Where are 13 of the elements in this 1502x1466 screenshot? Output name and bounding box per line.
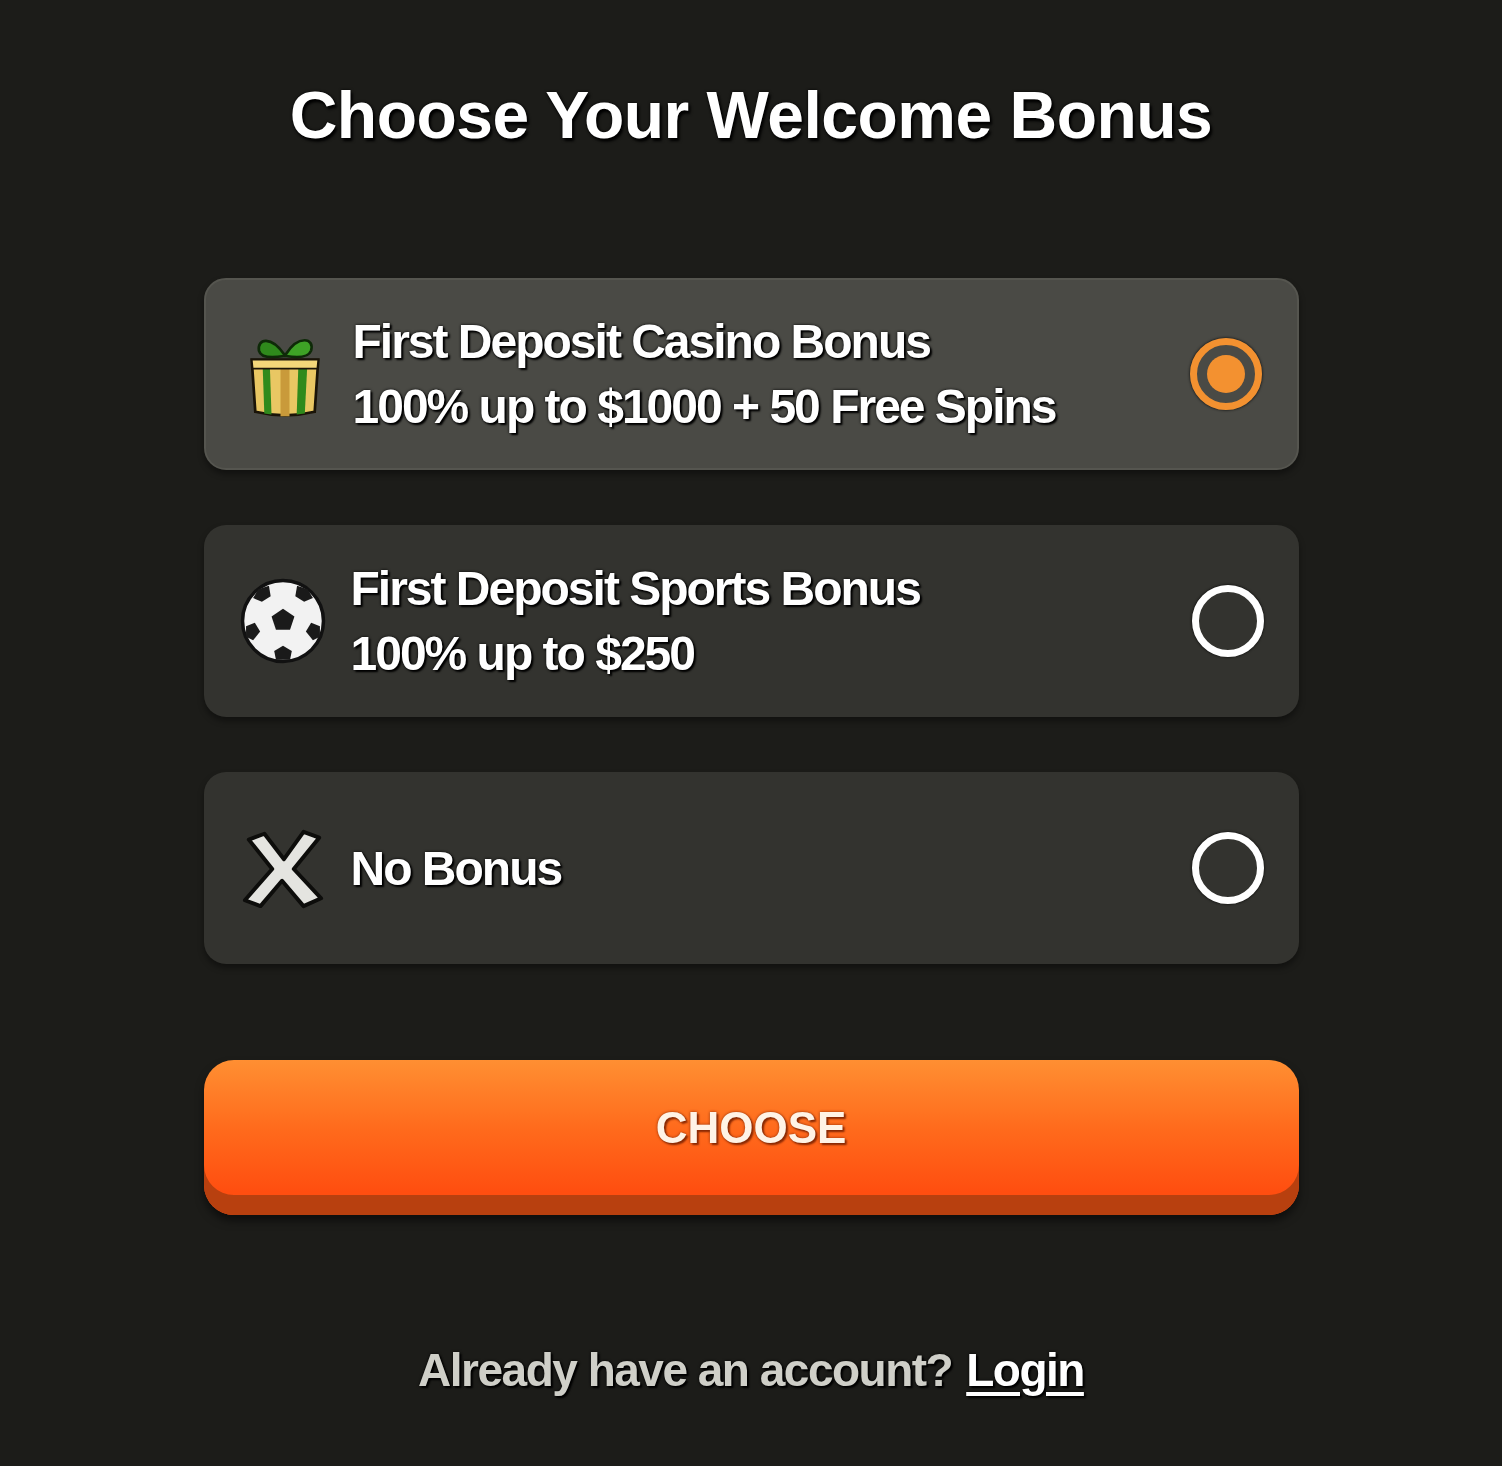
soccer-ball-icon <box>238 576 327 666</box>
option-title: No Bonus <box>350 840 562 897</box>
login-link[interactable]: Login <box>966 1344 1084 1396</box>
bonus-option[interactable]: No Bonus <box>203 772 1299 964</box>
bonus-option[interactable]: First Deposit Sports Bonus 100% up to $250 <box>203 525 1299 717</box>
page-title: Choose Your Welcome Bonus <box>289 77 1213 154</box>
option-detail: 100% up to $250 <box>350 626 694 682</box>
bonus-option[interactable]: First Deposit Casino Bonus 100% up to $1000 + 50 Free Spins <box>203 278 1299 470</box>
login-prompt: Already have an account? <box>418 1344 953 1396</box>
option-title: First Deposit Casino Bonus <box>352 314 930 370</box>
option-title: First Deposit Sports Bonus <box>350 561 920 617</box>
option-detail: 100% up to $1000 + 50 Free Spins <box>352 379 1056 435</box>
radio-button[interactable] <box>1189 338 1262 410</box>
